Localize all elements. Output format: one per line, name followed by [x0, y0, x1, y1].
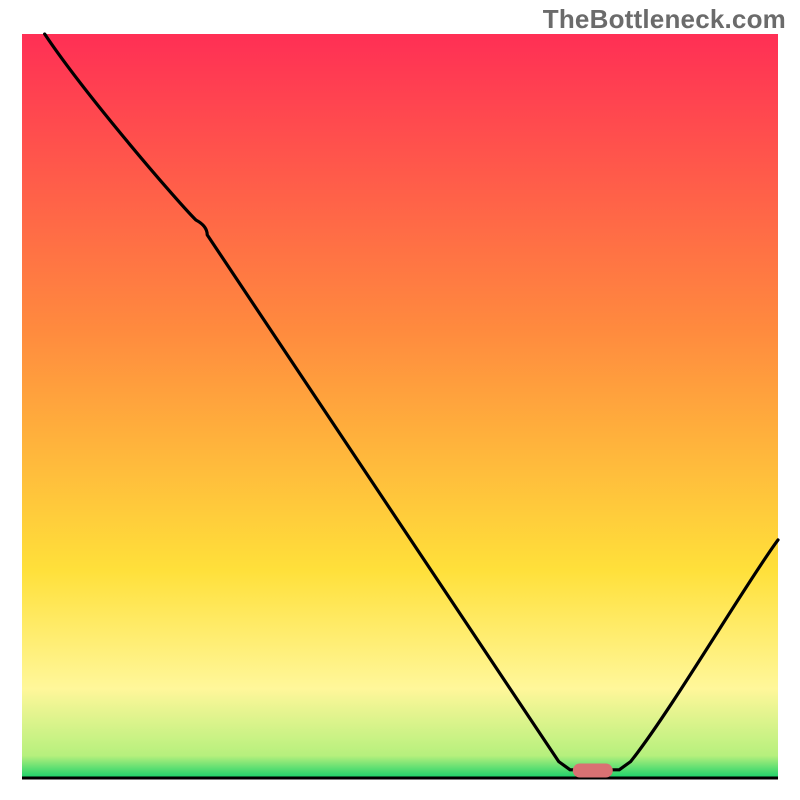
- chart-container: TheBottleneck.com: [0, 0, 800, 800]
- bottleneck-chart: [0, 0, 800, 800]
- plot-background: [22, 34, 778, 778]
- optimal-marker: [573, 764, 613, 778]
- watermark-text: TheBottleneck.com: [543, 4, 786, 35]
